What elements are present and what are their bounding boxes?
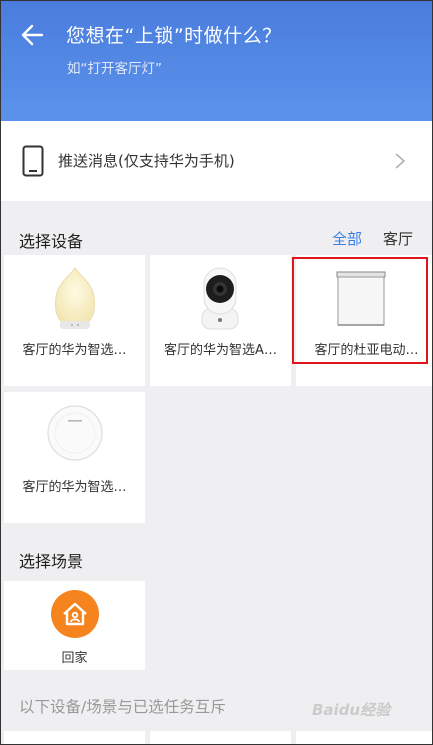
- device-label: 客厅的杜亚电动…: [314, 343, 419, 358]
- filter-tab-living-room[interactable]: 客厅: [383, 228, 413, 249]
- round-sensor-icon: [47, 405, 103, 461]
- select-device-heading: 选择设备: [19, 232, 84, 251]
- filter-tab-all[interactable]: 全部: [332, 228, 362, 249]
- device-card-camera[interactable]: 客厅的华为智选A…: [150, 255, 291, 386]
- curtain-motor-icon: [336, 271, 386, 326]
- push-message-label: 推送消息(仅支持华为手机): [58, 152, 235, 170]
- device-card-curtain[interactable]: 客厅的杜亚电动…: [296, 255, 433, 386]
- device-card-night-lamp[interactable]: 客厅的华为智选…: [4, 255, 145, 386]
- page-subtitle: 如“打开客厅灯”: [67, 61, 162, 77]
- scene-card-home[interactable]: 回家: [4, 581, 145, 670]
- conflict-card[interactable]: [296, 731, 433, 745]
- device-label: 客厅的华为智选…: [22, 343, 127, 358]
- device-label: 客厅的华为智选…: [22, 480, 127, 495]
- conflict-heading: 以下设备/场景与已选任务互斥: [19, 698, 226, 716]
- scene-label: 回家: [61, 651, 88, 666]
- device-label: 客厅的华为智选A…: [164, 343, 277, 358]
- page-title: 您想在“上锁”时做什么？: [66, 25, 282, 47]
- select-scene-heading: 选择场景: [19, 552, 84, 571]
- conflict-card[interactable]: [150, 731, 291, 745]
- conflict-card[interactable]: [4, 731, 145, 745]
- chevron-right-icon: [395, 153, 406, 169]
- phone-icon: [22, 145, 44, 177]
- back-arrow-icon[interactable]: [18, 20, 48, 50]
- smart-camera-icon: [201, 267, 239, 330]
- night-lamp-icon: [55, 267, 95, 329]
- device-card-sensor[interactable]: 客厅的华为智选…: [4, 392, 145, 523]
- header-bar: 您想在“上锁”时做什么？ 如“打开客厅灯”: [0, 0, 433, 121]
- home-icon: [51, 590, 99, 638]
- watermark: Baidu经验: [312, 701, 391, 719]
- push-message-row[interactable]: 推送消息(仅支持华为手机): [0, 121, 433, 201]
